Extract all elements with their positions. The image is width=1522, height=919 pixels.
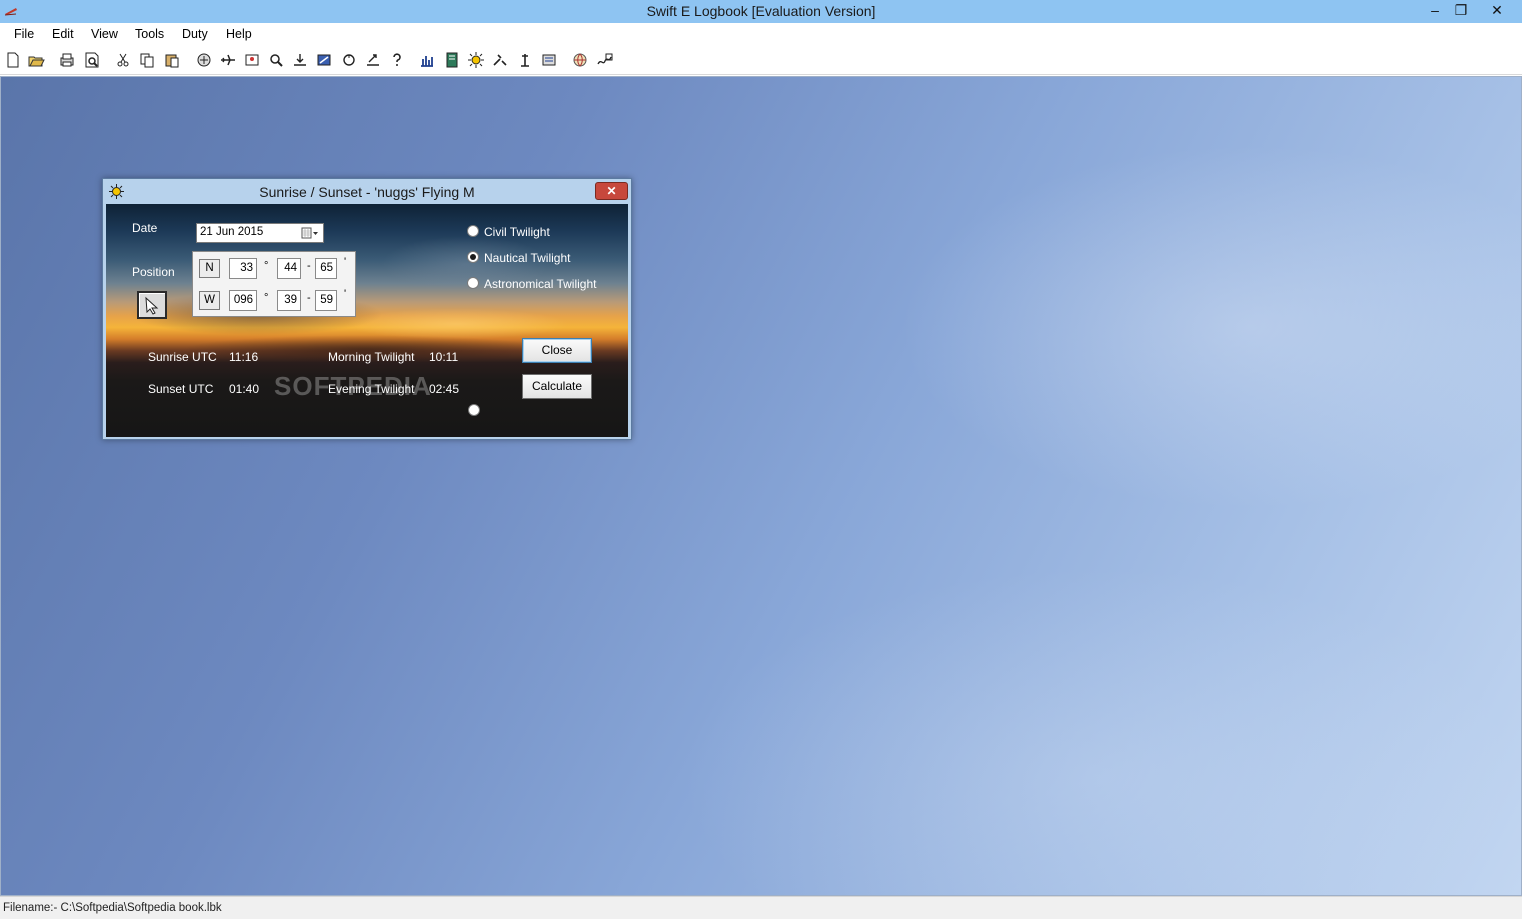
longitude-hemisphere-button[interactable]: W [199,291,220,310]
evening-twilight-label: Evening Twilight [328,382,415,396]
sunrise-utc-value: 11:16 [229,350,259,364]
degree-symbol: ° [264,292,269,304]
upload-icon[interactable] [364,51,382,69]
print-preview-icon[interactable] [83,51,101,69]
astronomical-twilight-radio-button[interactable] [467,277,479,289]
latitude-row: N 33 ° 44 - 65 ' [199,256,349,280]
dialog-title: Sunrise / Sunset - 'nuggs' Flying M [259,184,475,200]
copy-icon[interactable] [138,51,156,69]
status-bar: Filename:- C:\Softpedia\Softpedia book.l… [0,896,1522,919]
sunrise-sunset-dialog: Sunrise / Sunset - 'nuggs' Flying M ✕ Da… [102,178,632,440]
menu-bar: File Edit View Tools Duty Help [0,23,1522,46]
longitude-minutes-field[interactable]: 39 [277,290,301,311]
date-label: Date [132,221,158,235]
help-icon[interactable] [388,51,406,69]
morning-twilight-label: Morning Twilight [328,350,415,364]
longitude-row: W 096 ° 39 - 59 ' [199,288,349,312]
date-value: 21 Jun 2015 [200,226,264,238]
position-group: N 33 ° 44 - 65 ' W 096 ° 39 - 59 ' [192,251,356,317]
window-title: Swift E Logbook [Evaluation Version] [646,3,876,19]
new-icon[interactable] [4,51,22,69]
menu-view[interactable]: View [91,27,118,41]
sunset-utc-value: 01:40 [229,382,260,396]
menu-tools[interactable]: Tools [135,27,164,41]
crew-icon[interactable] [243,51,261,69]
second-symbol: ' [344,256,347,268]
export-icon[interactable] [315,51,333,69]
sunset-utc-label: Sunset UTC [148,382,214,396]
astronomical-twilight-label[interactable]: Astronomical Twilight [484,277,597,291]
restore-button[interactable]: ❐ [1446,0,1476,22]
second-symbol: ' [344,288,347,300]
position-picker-button[interactable] [137,291,167,319]
aircraft-icon[interactable] [219,51,237,69]
open-icon[interactable] [27,51,45,69]
latitude-degrees-field[interactable]: 33 [229,258,257,279]
filename-status: Filename:- C:\Softpedia\Softpedia book.l… [3,902,222,914]
longitude-degrees-field[interactable]: 096 [229,290,257,311]
latitude-seconds-field[interactable]: 65 [315,258,337,279]
paste-icon[interactable] [163,51,181,69]
menu-edit[interactable]: Edit [52,27,74,41]
minute-separator: - [307,260,311,272]
nautical-twilight-label[interactable]: Nautical Twilight [484,251,570,265]
close-button[interactable]: Close [522,338,592,363]
toolbar [0,46,1522,75]
sunrise-icon[interactable] [467,51,485,69]
sync-icon[interactable] [340,51,358,69]
print-icon[interactable] [58,51,76,69]
menu-duty[interactable]: Duty [182,27,208,41]
title-bar: Swift E Logbook [Evaluation Version] – ❐… [0,0,1522,23]
tools-icon[interactable] [491,51,509,69]
morning-twilight-value: 10:11 [429,350,459,364]
book-icon[interactable] [443,51,461,69]
calculate-button[interactable]: Calculate [522,374,592,399]
civil-twilight-label[interactable]: Civil Twilight [484,225,550,239]
calendar-dropdown-icon[interactable] [301,227,319,239]
nautical-twilight-radio-button[interactable] [467,251,479,263]
dialog-close-button[interactable]: ✕ [595,182,628,200]
latitude-minutes-field[interactable]: 44 [277,258,301,279]
globe-icon[interactable] [571,51,589,69]
dialog-title-bar[interactable]: Sunrise / Sunset - 'nuggs' Flying M ✕ [103,179,631,204]
degree-symbol: ° [264,260,269,272]
search-icon[interactable] [267,51,285,69]
import-icon[interactable] [291,51,309,69]
report-icon[interactable] [418,51,436,69]
evening-twilight-value: 02:45 [429,382,460,396]
totals-icon[interactable] [540,51,558,69]
pointer-icon [145,296,159,315]
civil-twilight-radio-button[interactable] [467,225,479,237]
flights-icon[interactable] [195,51,213,69]
menu-help[interactable]: Help [226,27,252,41]
position-label: Position [132,265,175,279]
menu-file[interactable]: File [14,27,34,41]
civil-twilight-radio[interactable] [468,404,480,416]
latitude-hemisphere-button[interactable]: N [199,259,220,278]
signature-icon[interactable] [596,51,614,69]
close-window-button[interactable]: ✕ [1481,0,1513,22]
cut-icon[interactable] [114,51,132,69]
duty-icon[interactable] [516,51,534,69]
date-picker[interactable]: 21 Jun 2015 [196,223,324,243]
minute-separator: - [307,292,311,304]
sunrise-utc-label: Sunrise UTC [148,350,217,364]
longitude-seconds-field[interactable]: 59 [315,290,337,311]
